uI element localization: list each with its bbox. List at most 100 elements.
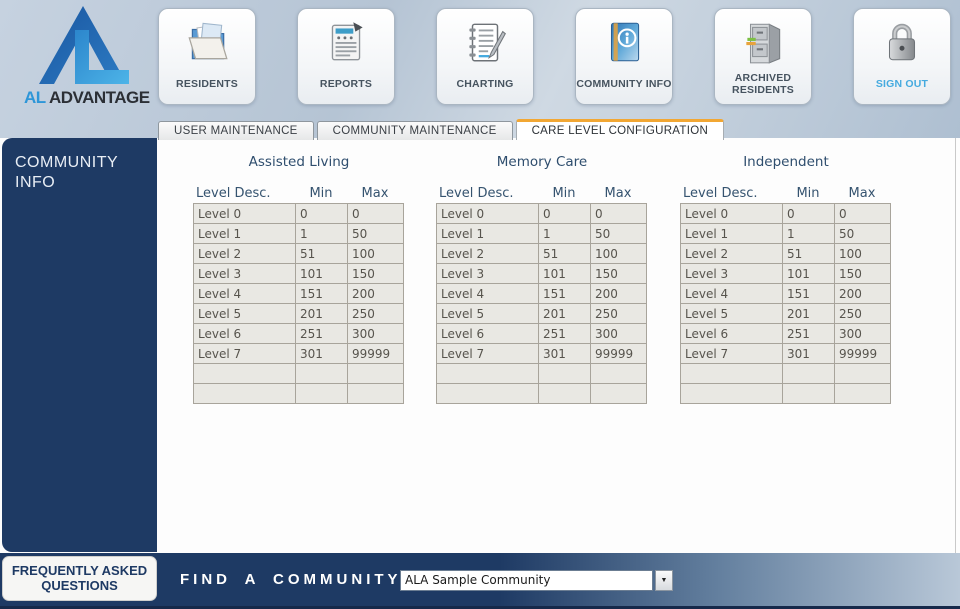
nav-reports-button[interactable]: REPORTS bbox=[297, 8, 395, 105]
faq-button[interactable]: FREQUENTLY ASKED QUESTIONS bbox=[2, 556, 157, 601]
care-cell-max[interactable]: 250 bbox=[348, 304, 404, 324]
care-cell-max[interactable]: 50 bbox=[591, 224, 647, 244]
care-cell-max[interactable] bbox=[591, 384, 647, 404]
care-cell-min[interactable]: 0 bbox=[296, 204, 348, 224]
care-cell-min[interactable]: 51 bbox=[539, 244, 591, 264]
care-cell-min[interactable]: 201 bbox=[296, 304, 348, 324]
care-cell-max[interactable]: 50 bbox=[835, 224, 891, 244]
care-cell-min[interactable]: 1 bbox=[296, 224, 348, 244]
care-cell-desc[interactable]: Level 5 bbox=[681, 304, 783, 324]
care-cell-min[interactable]: 201 bbox=[783, 304, 835, 324]
care-cell-min[interactable]: 301 bbox=[539, 344, 591, 364]
care-cell-min[interactable]: 101 bbox=[783, 264, 835, 284]
care-cell-min[interactable]: 0 bbox=[783, 204, 835, 224]
care-cell-max[interactable]: 0 bbox=[348, 204, 404, 224]
community-combobox[interactable]: ALA Sample Community ▼ bbox=[400, 570, 673, 591]
care-cell-desc[interactable] bbox=[194, 364, 296, 384]
care-cell-desc[interactable]: Level 1 bbox=[681, 224, 783, 244]
care-cell-max[interactable]: 300 bbox=[348, 324, 404, 344]
care-cell-min[interactable]: 1 bbox=[783, 224, 835, 244]
care-cell-desc[interactable]: Level 6 bbox=[194, 324, 296, 344]
care-cell-desc[interactable]: Level 2 bbox=[437, 244, 539, 264]
care-cell-desc[interactable]: Level 2 bbox=[681, 244, 783, 264]
tab-user-maintenance[interactable]: USER MAINTENANCE bbox=[158, 121, 314, 140]
care-cell-min[interactable]: 51 bbox=[296, 244, 348, 264]
care-cell-desc[interactable] bbox=[437, 384, 539, 404]
care-cell-min[interactable]: 101 bbox=[296, 264, 348, 284]
care-cell-max[interactable]: 250 bbox=[835, 304, 891, 324]
care-cell-min[interactable]: 1 bbox=[539, 224, 591, 244]
care-cell-min[interactable]: 151 bbox=[783, 284, 835, 304]
nav-charting-button[interactable]: CHARTING bbox=[436, 8, 534, 105]
care-cell-min[interactable] bbox=[296, 364, 348, 384]
care-cell-min[interactable]: 201 bbox=[539, 304, 591, 324]
care-cell-min[interactable] bbox=[783, 384, 835, 404]
care-cell-desc[interactable]: Level 7 bbox=[194, 344, 296, 364]
care-cell-desc[interactable]: Level 7 bbox=[681, 344, 783, 364]
care-cell-desc[interactable]: Level 6 bbox=[681, 324, 783, 344]
care-cell-min[interactable]: 0 bbox=[539, 204, 591, 224]
care-cell-desc[interactable] bbox=[681, 364, 783, 384]
care-cell-desc[interactable]: Level 3 bbox=[681, 264, 783, 284]
care-cell-max[interactable]: 300 bbox=[591, 324, 647, 344]
care-cell-max[interactable] bbox=[591, 364, 647, 384]
nav-archived-residents-button[interactable]: ARCHIVED RESIDENTS bbox=[714, 8, 812, 105]
care-cell-desc[interactable]: Level 1 bbox=[437, 224, 539, 244]
care-cell-desc[interactable]: Level 3 bbox=[437, 264, 539, 284]
care-cell-desc[interactable] bbox=[681, 384, 783, 404]
tab-community-maintenance[interactable]: COMMUNITY MAINTENANCE bbox=[317, 121, 513, 140]
care-cell-desc[interactable]: Level 2 bbox=[194, 244, 296, 264]
care-cell-desc[interactable]: Level 4 bbox=[681, 284, 783, 304]
care-cell-max[interactable] bbox=[835, 384, 891, 404]
care-cell-min[interactable] bbox=[296, 384, 348, 404]
nav-community-info-button[interactable]: COMMUNITY INFO bbox=[575, 8, 673, 105]
care-cell-min[interactable]: 101 bbox=[539, 264, 591, 284]
care-cell-min[interactable]: 51 bbox=[783, 244, 835, 264]
care-cell-desc[interactable]: Level 3 bbox=[194, 264, 296, 284]
care-cell-desc[interactable]: Level 6 bbox=[437, 324, 539, 344]
care-cell-max[interactable]: 250 bbox=[591, 304, 647, 324]
care-cell-min[interactable]: 251 bbox=[783, 324, 835, 344]
nav-residents-button[interactable]: RESIDENTS bbox=[158, 8, 256, 105]
care-cell-min[interactable] bbox=[539, 384, 591, 404]
care-cell-min[interactable]: 151 bbox=[296, 284, 348, 304]
care-cell-max[interactable]: 99999 bbox=[835, 344, 891, 364]
care-cell-max[interactable]: 0 bbox=[591, 204, 647, 224]
care-cell-min[interactable] bbox=[783, 364, 835, 384]
care-cell-min[interactable]: 301 bbox=[296, 344, 348, 364]
care-cell-desc[interactable] bbox=[194, 384, 296, 404]
care-cell-max[interactable]: 300 bbox=[835, 324, 891, 344]
care-cell-min[interactable] bbox=[539, 364, 591, 384]
care-cell-max[interactable]: 100 bbox=[835, 244, 891, 264]
care-cell-max[interactable]: 200 bbox=[591, 284, 647, 304]
care-cell-max[interactable]: 50 bbox=[348, 224, 404, 244]
nav-sign-out-button[interactable]: SIGN OUT bbox=[853, 8, 951, 105]
care-cell-desc[interactable]: Level 4 bbox=[194, 284, 296, 304]
care-cell-max[interactable]: 200 bbox=[835, 284, 891, 304]
care-cell-desc[interactable]: Level 1 bbox=[194, 224, 296, 244]
tab-care-level-configuration[interactable]: CARE LEVEL CONFIGURATION bbox=[516, 119, 725, 140]
care-cell-desc[interactable]: Level 4 bbox=[437, 284, 539, 304]
care-cell-desc[interactable]: Level 0 bbox=[437, 204, 539, 224]
care-cell-max[interactable] bbox=[348, 364, 404, 384]
care-cell-desc[interactable]: Level 0 bbox=[194, 204, 296, 224]
care-cell-max[interactable]: 99999 bbox=[591, 344, 647, 364]
care-cell-max[interactable]: 150 bbox=[591, 264, 647, 284]
care-cell-desc[interactable]: Level 0 bbox=[681, 204, 783, 224]
care-cell-desc[interactable] bbox=[437, 364, 539, 384]
combobox-arrow-button[interactable]: ▼ bbox=[655, 570, 673, 591]
care-cell-max[interactable]: 150 bbox=[348, 264, 404, 284]
care-cell-min[interactable]: 301 bbox=[783, 344, 835, 364]
care-cell-max[interactable]: 150 bbox=[835, 264, 891, 284]
care-cell-max[interactable]: 200 bbox=[348, 284, 404, 304]
care-cell-min[interactable]: 151 bbox=[539, 284, 591, 304]
care-cell-max[interactable] bbox=[835, 364, 891, 384]
care-cell-desc[interactable]: Level 7 bbox=[437, 344, 539, 364]
care-cell-min[interactable]: 251 bbox=[539, 324, 591, 344]
care-cell-desc[interactable]: Level 5 bbox=[194, 304, 296, 324]
care-cell-max[interactable]: 100 bbox=[348, 244, 404, 264]
care-cell-max[interactable]: 99999 bbox=[348, 344, 404, 364]
care-cell-min[interactable]: 251 bbox=[296, 324, 348, 344]
care-cell-max[interactable]: 0 bbox=[835, 204, 891, 224]
care-cell-desc[interactable]: Level 5 bbox=[437, 304, 539, 324]
